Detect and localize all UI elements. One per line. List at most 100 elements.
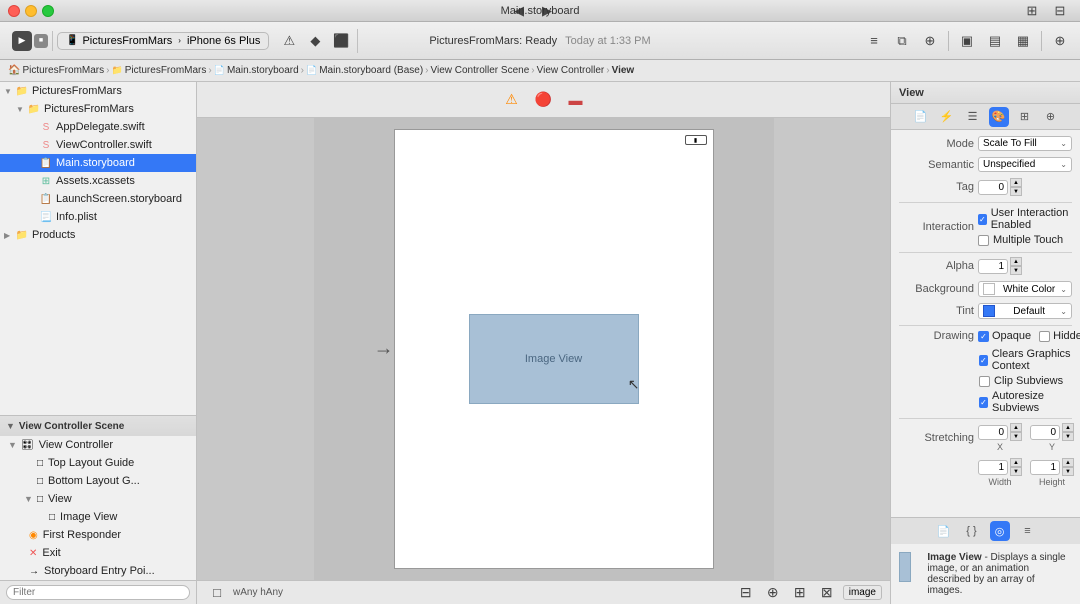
version-view-btn[interactable]: ⊕ xyxy=(918,29,942,53)
sw-down[interactable]: ▼ xyxy=(1010,467,1022,476)
stretch-x-input[interactable] xyxy=(978,425,1008,440)
canvas-zoom-out[interactable]: ⊟ xyxy=(734,581,758,604)
height-label: Height xyxy=(1039,477,1065,487)
toolbar-warning-icon[interactable]: ⚠ xyxy=(277,29,301,53)
hidden-checkbox[interactable] xyxy=(1039,331,1050,342)
sidebar-item-assets[interactable]: ⊞ Assets.xcassets xyxy=(0,172,196,190)
sh-down[interactable]: ▼ xyxy=(1062,467,1074,476)
multiple-touch-checkbox[interactable] xyxy=(978,235,989,246)
opaque-checkbox[interactable]: ✓ xyxy=(978,331,989,342)
canvas-scroll[interactable]: → ▮ Image View ↖ xyxy=(197,118,890,580)
inspector-tab-attributes[interactable]: 🎨 xyxy=(989,107,1009,127)
tag-input[interactable] xyxy=(978,180,1008,195)
sidebar-item-main-storyboard[interactable]: 📋 Main.storyboard xyxy=(0,154,196,172)
sidebar-item-launch[interactable]: 📋 LaunchScreen.storyboard xyxy=(0,190,196,208)
sw-up[interactable]: ▲ xyxy=(1010,458,1022,467)
breadcrumb-item-0[interactable]: PicturesFromMars xyxy=(22,65,104,76)
inspector-panel-btn[interactable]: ▦ xyxy=(1011,29,1035,53)
sx-up[interactable]: ▲ xyxy=(1010,423,1022,432)
outline-storyboard-entry[interactable]: → Storyboard Entry Poi... xyxy=(0,562,196,580)
autoresize-checkbox[interactable]: ✓ xyxy=(979,397,988,408)
navigator-panel-btn[interactable]: ▣ xyxy=(955,29,979,53)
breadcrumb-item-6[interactable]: View xyxy=(612,65,635,76)
fullscreen-button[interactable] xyxy=(42,5,54,17)
stretch-h-input[interactable] xyxy=(1030,460,1060,475)
run-button[interactable]: ▶ xyxy=(12,31,32,51)
toolbar-simulate-icon[interactable]: ⬛ xyxy=(329,29,353,53)
user-interaction-checkbox[interactable]: ✓ xyxy=(978,214,987,225)
tag-increment[interactable]: ▲ xyxy=(1010,178,1022,187)
toolbar-breakpoint-icon[interactable]: ◆ xyxy=(303,29,327,53)
assistant-view-btn[interactable]: ⧉ xyxy=(890,29,914,53)
sidebar-item-appdelegate[interactable]: S AppDelegate.swift xyxy=(0,118,196,136)
alpha-decrement[interactable]: ▼ xyxy=(1010,266,1022,275)
prop-mode-select[interactable]: Scale To Fill ⌄ xyxy=(978,136,1072,151)
divider xyxy=(899,325,1072,326)
close-button[interactable] xyxy=(8,5,20,17)
divider xyxy=(899,202,1072,203)
sidebar-item-plist[interactable]: 📃 Info.plist xyxy=(0,208,196,226)
outline-image-view[interactable]: □ Image View xyxy=(0,508,196,526)
canvas-zoom-in[interactable]: ⊕ xyxy=(761,581,785,604)
outline-view-controller[interactable]: ▼ 🎛 View Controller xyxy=(0,436,196,454)
canvas-toolbar: ⚠ 🔴 ▬ xyxy=(197,82,890,118)
outline-exit[interactable]: ✕ Exit xyxy=(0,544,196,562)
stretch-y-input[interactable] xyxy=(1030,425,1060,440)
canvas-icon-refresh[interactable]: 🔴 xyxy=(533,89,555,111)
sy-up[interactable]: ▲ xyxy=(1062,423,1074,432)
prop-background-select[interactable]: White Color ⌄ xyxy=(978,281,1072,297)
prop-tint-select[interactable]: Default ⌄ xyxy=(978,303,1072,319)
inspector-tab-file[interactable]: 📄 xyxy=(911,107,931,127)
scheme-selector[interactable]: 📱 PicturesFromMars › iPhone 6s Plus xyxy=(57,32,269,50)
breadcrumb-item-4[interactable]: View Controller Scene xyxy=(431,65,530,76)
image-view-element[interactable]: Image View ↖ xyxy=(469,314,639,404)
panel-toggle-left[interactable]: ⊞ xyxy=(1020,0,1044,23)
outline-first-responder[interactable]: ◉ First Responder xyxy=(0,526,196,544)
sidebar-item-viewcontroller[interactable]: S ViewController.swift xyxy=(0,136,196,154)
sx-down[interactable]: ▼ xyxy=(1010,432,1022,441)
bottom-tab-image[interactable]: ◎ xyxy=(990,521,1010,541)
canvas-icon-list[interactable]: ▬ xyxy=(565,89,587,111)
sy-down[interactable]: ▼ xyxy=(1062,432,1074,441)
alpha-input[interactable] xyxy=(978,259,1008,274)
inspector-tab-identity[interactable]: ☰ xyxy=(963,107,983,127)
panel-toggle-right[interactable]: ⊟ xyxy=(1048,0,1072,23)
outline-view[interactable]: ▼ □ View xyxy=(0,490,196,508)
breadcrumb-item-2[interactable]: 📄 Main.storyboard xyxy=(214,65,299,76)
tag-decrement[interactable]: ▼ xyxy=(1010,187,1022,196)
breadcrumb-item-3[interactable]: 📄 Main.storyboard (Base) xyxy=(306,65,423,76)
canvas-icon-warning[interactable]: ⚠ xyxy=(501,89,523,111)
canvas-zoom-reset[interactable]: ⊠ xyxy=(815,581,839,604)
bottom-tab-list[interactable]: ≡ xyxy=(1018,521,1038,541)
alpha-increment[interactable]: ▲ xyxy=(1010,257,1022,266)
inspector-tab-size[interactable]: ⊞ xyxy=(1015,107,1035,127)
bottom-tab-code[interactable]: { } xyxy=(962,521,982,541)
sidebar-item-subfolder[interactable]: ▼ 📁 PicturesFromMars xyxy=(0,100,196,118)
breadcrumb-item-1[interactable]: 📁 PicturesFromMars xyxy=(111,65,206,76)
image-label[interactable]: image xyxy=(843,585,882,600)
outline-top-layout[interactable]: □ Top Layout Guide xyxy=(0,454,196,472)
clip-subviews-checkbox[interactable] xyxy=(979,376,990,387)
filter-input[interactable] xyxy=(6,585,190,600)
stop-button[interactable]: ■ xyxy=(34,34,48,48)
minimize-button[interactable] xyxy=(25,5,37,17)
bottom-tab-file[interactable]: 📄 xyxy=(934,521,954,541)
clears-graphics-checkbox[interactable]: ✓ xyxy=(979,355,988,366)
sh-up[interactable]: ▲ xyxy=(1062,458,1074,467)
prop-semantic-select[interactable]: Unspecified ⌄ xyxy=(978,157,1072,172)
debug-panel-btn[interactable]: ▤ xyxy=(983,29,1007,53)
inspector-tab-connections[interactable]: ⊕ xyxy=(1041,107,1061,127)
library-btn[interactable]: ⊕ xyxy=(1048,29,1072,53)
code-view-btn[interactable]: ≡ xyxy=(862,29,886,53)
sidebar-item-root[interactable]: ▼ 📁 PicturesFromMars xyxy=(0,82,196,100)
canvas-zoom-fit[interactable]: ⊞ xyxy=(788,581,812,604)
sidebar-item-products[interactable]: ▶ 📁 Products xyxy=(0,226,196,244)
scheme-name: PicturesFromMars xyxy=(82,35,172,47)
storyboard-canvas: → ▮ Image View ↖ xyxy=(314,118,774,580)
stretch-w-input[interactable] xyxy=(978,460,1008,475)
breadcrumb-item-5[interactable]: View Controller xyxy=(537,65,605,76)
outline-bottom-layout[interactable]: □ Bottom Layout G... xyxy=(0,472,196,490)
inspector-tab-quick[interactable]: ⚡ xyxy=(937,107,957,127)
outline-disclosure[interactable]: ▼ xyxy=(6,421,15,431)
device-size-btn[interactable]: □ xyxy=(205,581,229,604)
